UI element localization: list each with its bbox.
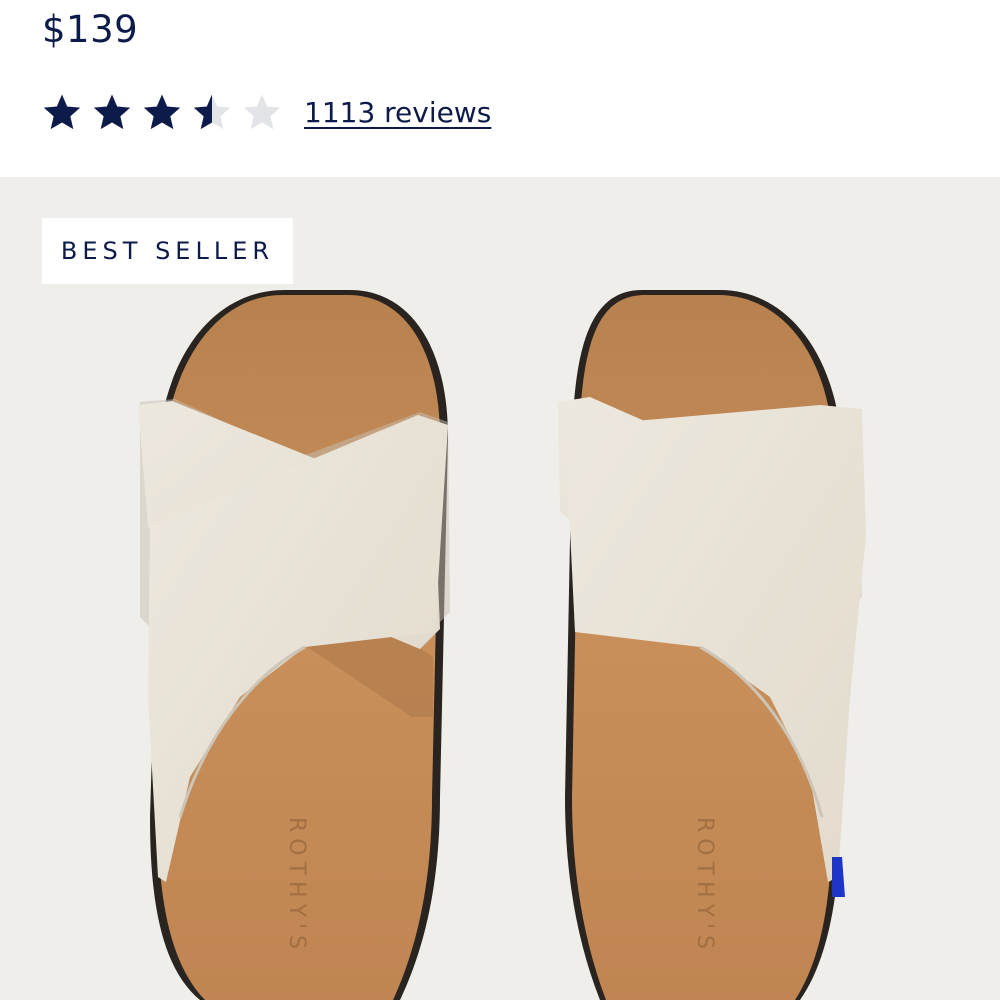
star-empty-icon (243, 94, 281, 130)
star-half-icon (193, 94, 231, 130)
product-price: $139 (42, 8, 139, 51)
star-rating (42, 92, 292, 132)
reviews-link[interactable]: 1113 reviews (304, 96, 491, 129)
brand-imprint-right: ROTHY'S (692, 817, 717, 955)
rating-row: 1113 reviews (42, 88, 491, 136)
star-icon (43, 94, 81, 130)
left-sandal: ROTHY'S (138, 290, 450, 1000)
sandals-image: ROTHY'S ROTHY'S (138, 290, 866, 1000)
best-seller-badge: BEST SELLER (42, 218, 293, 284)
right-sandal: ROTHY'S (558, 290, 866, 1000)
star-icon (93, 94, 131, 130)
brand-imprint-left: ROTHY'S (284, 817, 309, 955)
product-image[interactable]: ROTHY'S ROTHY'S BEST SELLER (0, 177, 1000, 1000)
star-icon (143, 94, 181, 130)
